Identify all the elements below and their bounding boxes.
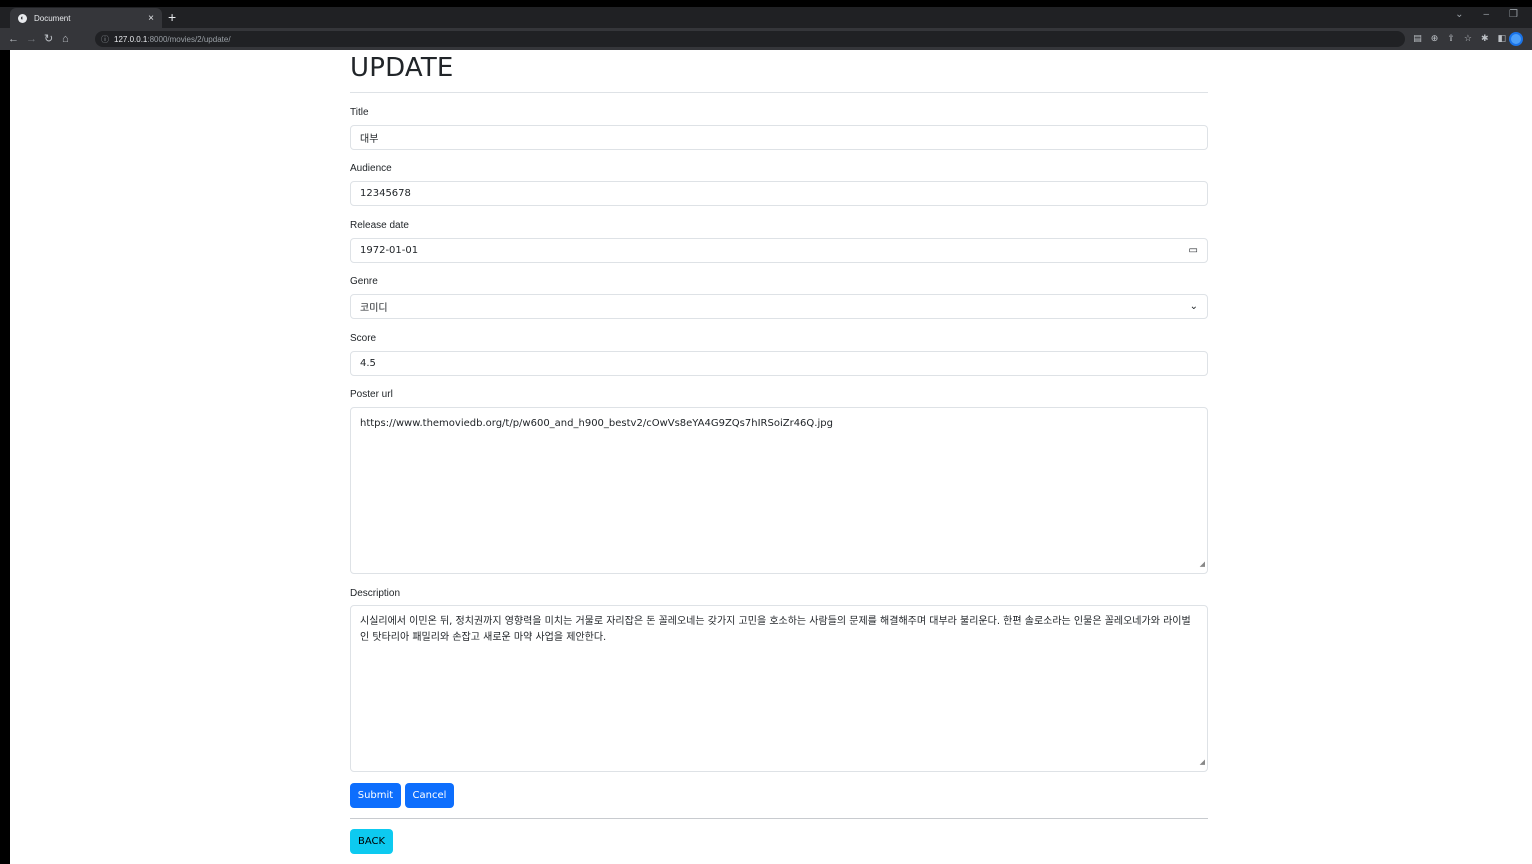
audience-label: Audience bbox=[350, 163, 392, 174]
resize-handle-icon[interactable]: ◢ bbox=[1200, 754, 1205, 770]
zoom-icon[interactable]: ⊕ bbox=[1431, 33, 1439, 44]
extensions-icon[interactable]: ✱ bbox=[1481, 33, 1489, 44]
page-title: UPDATE bbox=[350, 53, 454, 83]
chevron-down-icon: ⌄ bbox=[1189, 301, 1198, 312]
translate-icon[interactable]: ▤ bbox=[1413, 33, 1422, 44]
url-host: 127.0.0.1 bbox=[114, 34, 148, 44]
site-info-icon[interactable]: ⓘ bbox=[101, 34, 109, 45]
globe-icon: ◐ bbox=[18, 13, 27, 23]
tab-strip bbox=[0, 7, 1532, 28]
bookmark-star-icon[interactable]: ☆ bbox=[1464, 33, 1472, 44]
back-arrow-icon[interactable]: ← bbox=[8, 32, 19, 46]
audience-value: 12345678 bbox=[360, 188, 411, 199]
home-icon[interactable]: ⌂ bbox=[62, 32, 69, 46]
genre-value: 코미디 bbox=[360, 303, 388, 314]
top-edge bbox=[0, 0, 1532, 7]
url-path: :8000/movies/2/update/ bbox=[147, 34, 231, 44]
back-button[interactable]: BACK bbox=[350, 829, 393, 854]
description-value: 시실리에서 이민온 뒤, 정치권까지 영향력을 미치는 거물로 자리잡은 돈 꼴… bbox=[360, 616, 1191, 643]
poster-url-textarea[interactable]: https://www.themoviedb.org/t/p/w600_and_… bbox=[350, 407, 1208, 574]
browser-chrome: ◐ Document × + ⌄ – ❐ ← → ↻ ⌂ ⓘ 127.0.0.1… bbox=[0, 0, 1532, 50]
score-label: Score bbox=[350, 333, 377, 344]
browser-toolbar: ← → ↻ ⌂ ⓘ 127.0.0.1:8000/movies/2/update… bbox=[0, 28, 1532, 50]
cancel-button[interactable]: Cancel bbox=[405, 783, 454, 808]
side-panel-icon[interactable]: ◧ bbox=[1497, 33, 1506, 44]
restore-icon[interactable]: ❐ bbox=[1509, 9, 1518, 20]
reload-icon[interactable]: ↻ bbox=[44, 32, 53, 46]
genre-select[interactable]: 코미디 ⌄ bbox=[350, 294, 1208, 319]
browser-tab[interactable]: ◐ Document × bbox=[10, 8, 162, 28]
poster-url-value: https://www.themoviedb.org/t/p/w600_and_… bbox=[360, 418, 833, 429]
toolbar-icons: ▤ ⊕ ⇪ ☆ ✱ ◧ bbox=[1413, 33, 1506, 44]
forward-arrow-icon[interactable]: → bbox=[26, 32, 37, 46]
score-value: 4.5 bbox=[360, 358, 376, 369]
resize-handle-icon[interactable]: ◢ bbox=[1200, 556, 1205, 572]
bottom-divider bbox=[350, 818, 1208, 819]
tab-title: Document bbox=[34, 13, 71, 23]
audience-input[interactable]: 12345678 bbox=[350, 181, 1208, 206]
score-input[interactable]: 4.5 bbox=[350, 351, 1208, 376]
minimize-icon[interactable]: – bbox=[1483, 9, 1489, 20]
release-date-label: Release date bbox=[350, 220, 409, 231]
release-date-input[interactable]: 1972-01-01 ▭ bbox=[350, 238, 1208, 263]
page-viewport: UPDATE Title 대부 Audience 12345678 Releas… bbox=[10, 50, 1532, 864]
submit-button[interactable]: Submit bbox=[350, 783, 401, 808]
title-label: Title bbox=[350, 107, 369, 118]
address-bar[interactable]: ⓘ 127.0.0.1:8000/movies/2/update/ bbox=[95, 31, 1405, 47]
poster-url-label: Poster url bbox=[350, 389, 393, 400]
title-divider bbox=[350, 92, 1208, 93]
title-value: 대부 bbox=[360, 134, 379, 145]
tab-close-icon[interactable]: × bbox=[148, 13, 154, 24]
window-controls: ⌄ – ❐ bbox=[1455, 9, 1518, 20]
release-date-value: 1972-01-01 bbox=[360, 245, 419, 256]
share-icon[interactable]: ⇪ bbox=[1447, 33, 1455, 44]
new-tab-button[interactable]: + bbox=[168, 10, 176, 24]
description-textarea[interactable]: 시실리에서 이민온 뒤, 정치권까지 영향력을 미치는 거물로 자리잡은 돈 꼴… bbox=[350, 605, 1208, 772]
genre-label: Genre bbox=[350, 276, 378, 287]
profile-avatar-icon[interactable] bbox=[1509, 32, 1523, 46]
title-input[interactable]: 대부 bbox=[350, 125, 1208, 150]
description-label: Description bbox=[350, 588, 401, 599]
calendar-icon[interactable]: ▭ bbox=[1189, 245, 1198, 256]
tab-search-icon[interactable]: ⌄ bbox=[1455, 9, 1463, 20]
